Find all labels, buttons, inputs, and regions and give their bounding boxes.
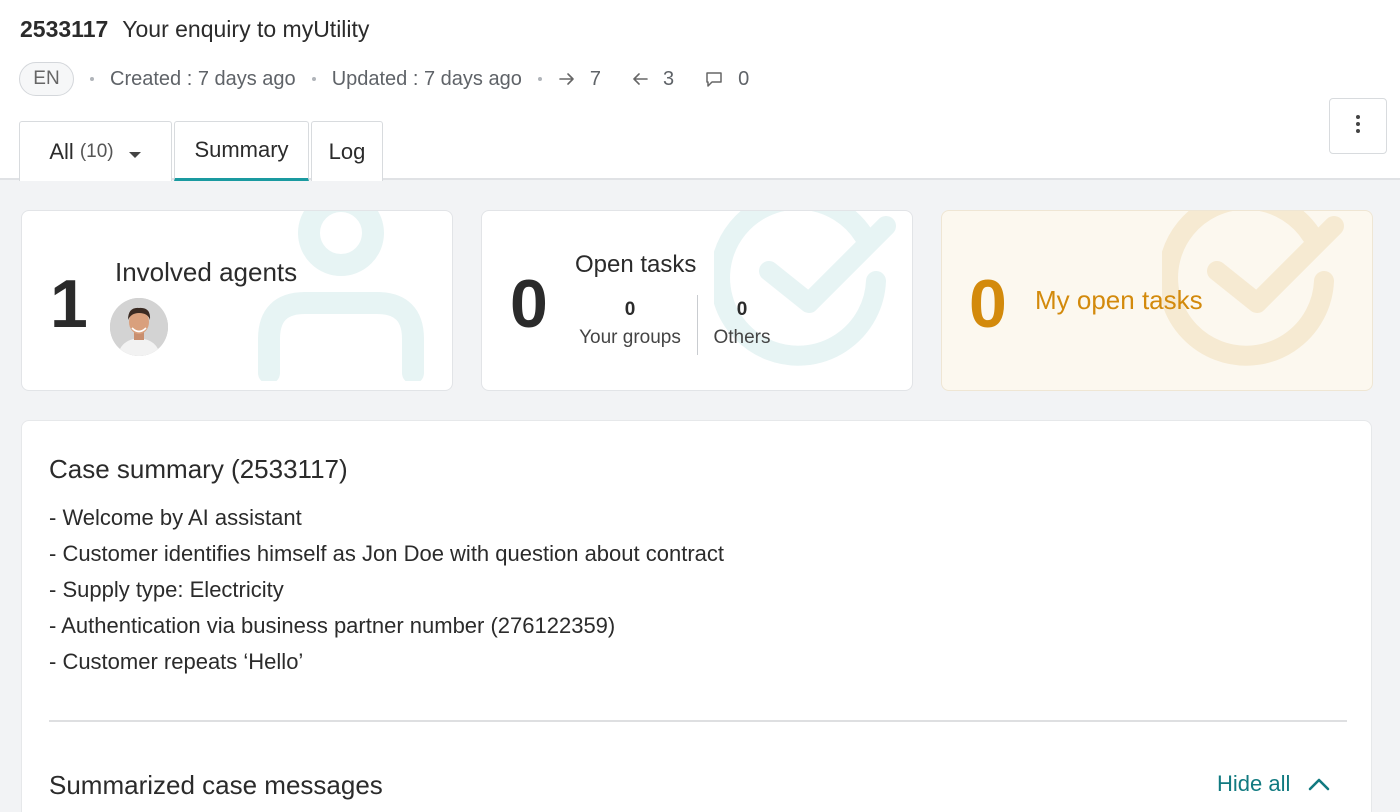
open-tasks-label: Open tasks xyxy=(575,251,697,278)
summary-item: - Authentication via business partner nu… xyxy=(49,613,616,638)
created-info: Created : 7 days ago xyxy=(110,67,296,90)
case-id: 2533117 xyxy=(20,16,109,42)
tab-all-count: (10) xyxy=(79,140,114,162)
tab-log-label: Log xyxy=(328,138,366,164)
caret-down-icon[interactable] xyxy=(128,139,142,165)
case-summary-title: Case summary (2533117) xyxy=(49,454,348,484)
comments: 0 xyxy=(704,68,749,91)
tab-log[interactable]: Log xyxy=(311,121,383,181)
hide-all-label: Hide all xyxy=(1217,771,1291,796)
incoming-count: 3 xyxy=(662,67,675,90)
involved-agents-count: 1 xyxy=(50,266,88,342)
case-header: 2533117 Your enquiry to myUtility EN Cre… xyxy=(0,0,1400,181)
open-tasks-count: 0 xyxy=(510,266,548,342)
case-summary-list: - Welcome by AI assistant - Customer ide… xyxy=(49,502,724,682)
arrow-left-icon xyxy=(631,71,649,87)
case-title: Your enquiry to myUtility xyxy=(122,16,370,42)
comment-icon xyxy=(704,70,724,88)
outgoing-count: 7 xyxy=(589,67,601,90)
vertical-dots-icon xyxy=(1355,114,1361,139)
case-summary-panel: Case summary (2533117) - Welcome by AI a… xyxy=(21,420,1372,812)
tab-summary[interactable]: Summary xyxy=(174,121,309,181)
my-open-tasks-label: My open tasks xyxy=(1035,285,1203,315)
updated-info: Updated : 7 days ago xyxy=(331,67,522,90)
separator-dot xyxy=(90,77,94,81)
outgoing-messages: 7 xyxy=(558,68,631,91)
your-groups-tasks[interactable]: 0 Your groups xyxy=(575,299,685,349)
involved-agents-card[interactable]: 1 Involved agents xyxy=(21,210,453,391)
summary-item: - Supply type: Electricity xyxy=(49,577,284,602)
summary-item: - Welcome by AI assistant xyxy=(49,505,302,530)
divider xyxy=(697,295,698,355)
case-meta: EN Created : 7 days ago Updated : 7 days… xyxy=(19,62,749,96)
separator-dot xyxy=(311,77,316,81)
hide-all-button[interactable]: Hide all xyxy=(1217,771,1330,797)
tab-summary-label: Summary xyxy=(194,137,289,162)
your-groups-label: Your groups xyxy=(579,327,681,348)
open-tasks-card[interactable]: 0 Open tasks 0 Your groups 0 Others xyxy=(481,210,913,391)
agent-avatar[interactable] xyxy=(110,298,168,356)
others-tasks[interactable]: 0 Others xyxy=(708,299,776,349)
separator-dot xyxy=(537,77,542,81)
incoming-messages: 3 xyxy=(631,68,704,91)
person-icon xyxy=(258,211,424,381)
comment-count: 0 xyxy=(738,67,750,90)
tab-all[interactable]: All (10) xyxy=(19,121,172,181)
my-open-tasks-card[interactable]: 0 My open tasks xyxy=(941,210,1373,391)
summary-item: - Customer repeats ‘Hello’ xyxy=(49,649,304,674)
my-open-tasks-count: 0 xyxy=(969,266,1007,342)
others-count: 0 xyxy=(736,299,748,320)
involved-agents-label: Involved agents xyxy=(115,257,298,287)
language-badge: EN xyxy=(19,62,74,96)
view-tabs: All (10) Summary Log xyxy=(19,121,385,181)
others-label: Others xyxy=(713,327,771,348)
arrow-right-icon xyxy=(558,71,576,87)
your-groups-count: 0 xyxy=(624,299,636,320)
more-options-button[interactable] xyxy=(1329,98,1387,154)
section-divider xyxy=(49,720,1347,722)
case-title-row: 2533117 Your enquiry to myUtility xyxy=(20,16,369,43)
summary-item: - Customer identifies himself as Jon Doe… xyxy=(49,541,724,566)
chevron-up-icon xyxy=(1308,777,1330,791)
summarized-messages-title: Summarized case messages xyxy=(49,770,383,800)
tab-all-label: All xyxy=(49,138,74,164)
